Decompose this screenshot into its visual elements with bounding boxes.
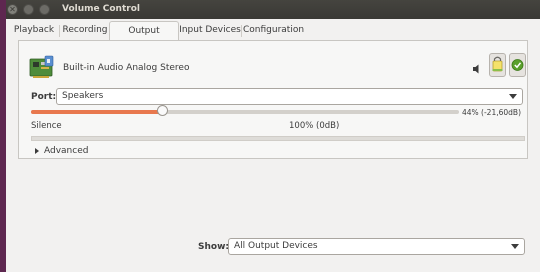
volume-slider-fill: [31, 110, 162, 114]
device-name: Built-in Audio Analog Stereo: [63, 63, 190, 73]
port-value: Speakers: [62, 91, 104, 101]
tab-playback[interactable]: Playback: [11, 21, 57, 40]
minimize-window-button[interactable]: [23, 4, 34, 15]
tab-recording[interactable]: Recording: [61, 21, 109, 40]
show-filter-select[interactable]: All Output Devices: [228, 238, 525, 255]
set-default-button[interactable]: [509, 53, 526, 77]
advanced-expander[interactable]: Advanced: [44, 146, 88, 156]
close-window-button[interactable]: ✕: [7, 4, 18, 15]
maximize-window-button[interactable]: [39, 4, 50, 15]
port-select[interactable]: Speakers: [56, 88, 523, 105]
checkmark-icon: [511, 59, 524, 71]
chevron-down-icon: [511, 244, 519, 249]
volume-percentage: 44% (-21,60dB): [462, 108, 521, 117]
port-label: Port:: [31, 92, 57, 102]
expander-arrow-icon[interactable]: [35, 148, 39, 154]
output-device-panel: Built-in Audio Analog Stereo Port: Speak…: [18, 40, 528, 159]
tab-input-devices[interactable]: Input Devices: [179, 21, 241, 40]
silence-marker: Silence: [31, 121, 62, 131]
level-meter: [31, 136, 525, 141]
title-bar[interactable]: ✕ Volume Control: [6, 0, 540, 19]
chevron-down-icon: [509, 94, 517, 99]
tab-separator: [241, 25, 242, 37]
lock-channels-button[interactable]: [489, 53, 506, 77]
lock-icon: [492, 56, 503, 72]
show-filter-value: All Output Devices: [234, 241, 318, 251]
speaker-icon[interactable]: [471, 63, 483, 75]
show-label: Show:: [198, 242, 229, 252]
tab-separator: [59, 25, 60, 37]
tab-output-devices[interactable]: Output Devices: [109, 21, 179, 55]
volume-slider-handle[interactable]: [157, 105, 168, 116]
volume-control-window: ✕ Volume Control Playback Recording Outp…: [6, 0, 540, 272]
close-icon: ✕: [9, 5, 16, 14]
sound-card-icon: [29, 55, 54, 78]
hundred-percent-marker: 100% (0dB): [289, 121, 340, 131]
tab-configuration[interactable]: Configuration: [243, 21, 304, 40]
volume-slider[interactable]: [31, 105, 459, 116]
window-title: Volume Control: [62, 4, 140, 14]
